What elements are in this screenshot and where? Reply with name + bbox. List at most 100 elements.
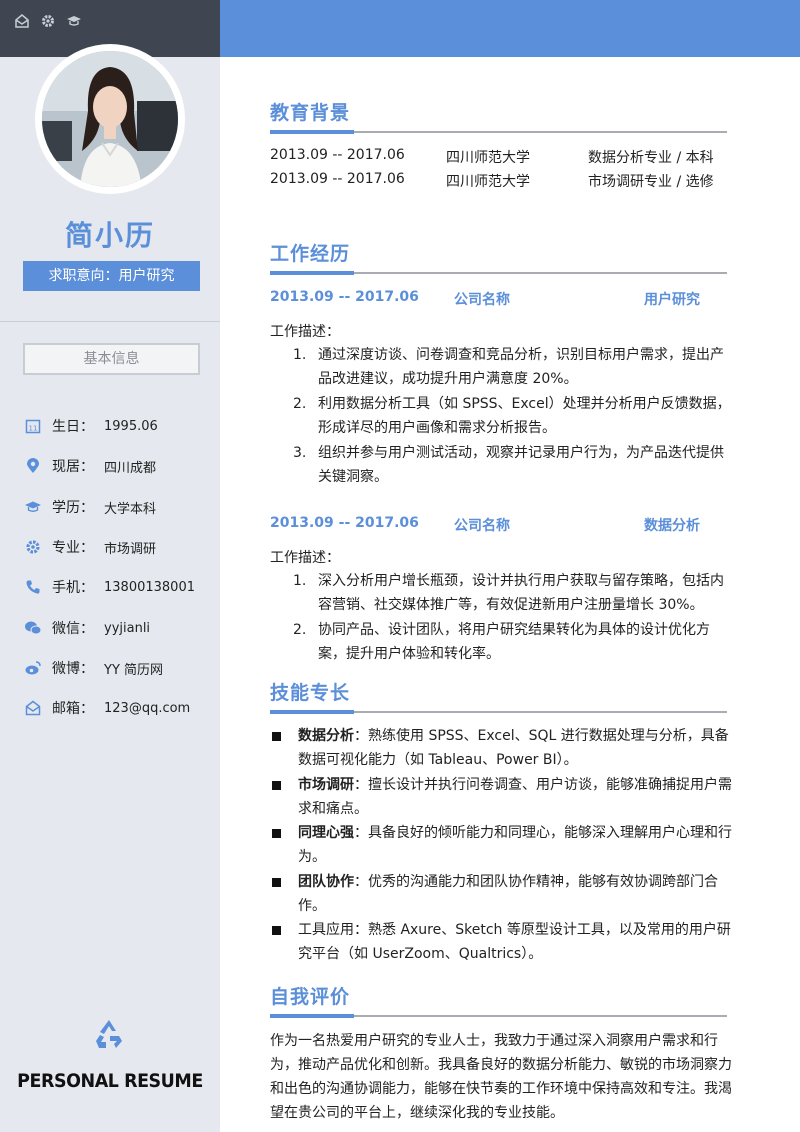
info-row-major: 专业： 市场调研: [24, 536, 156, 558]
skill-name: 数据分析: [298, 728, 354, 744]
work-title: 工作经历: [270, 243, 351, 265]
job-header: 2013.09 -- 2017.06 公司名称 用户研究: [270, 289, 727, 311]
education-row: 2013.09 -- 2017.06 四川师范大学 数据分析专业 / 本科: [270, 147, 727, 169]
location-icon: [24, 457, 42, 475]
job-intent-badge: 求职意向：用户研究: [23, 261, 200, 291]
edu-major: 市场调研专业 / 选修: [588, 174, 714, 190]
self-eval-title: 自我评价: [270, 986, 351, 1008]
list-text: 组织并参与用户测试活动，观察并记录用户行为，为产品迭代提供关键洞察。: [318, 445, 724, 485]
graduation-cap-icon: [66, 14, 82, 30]
bullet-square: [272, 732, 281, 741]
list-number: 2.: [293, 396, 307, 412]
job-role: 数据分析: [644, 518, 700, 534]
job-role: 用户研究: [644, 292, 700, 308]
skill-text: 工具应用：熟悉 Axure、Sketch 等原型设计工具，以及常用的用户研究平台…: [298, 922, 731, 962]
self-eval-text: 作为一名热爱用户研究的专业人士，我致力于通过深入洞察用户需求和行为，推动产品优化…: [270, 1033, 732, 1121]
education-divider: [270, 130, 727, 134]
calendar-icon: 11: [24, 417, 42, 435]
list-item: 1. 深入分析用户增长瓶颈，设计并执行用户获取与留存策略，包括内容营销、社交媒体…: [293, 569, 733, 617]
bullet-square: [272, 878, 281, 887]
list-text: 通过深度访谈、问卷调查和竞品分析，识别目标用户需求，提出产品改进建议，成功提升用…: [318, 347, 724, 387]
header-accent-bar: [220, 0, 800, 57]
info-value: 123@qq.com: [104, 700, 191, 716]
edu-school: 四川师范大学: [446, 150, 530, 166]
work-divider: [270, 271, 727, 275]
list-number: 3.: [293, 445, 307, 461]
skill-text: ：擅长设计并执行问卷调查、用户访谈，能够准确捕捉用户需求和痛点。: [298, 777, 732, 817]
skills-divider: [270, 710, 727, 714]
skill-item: 市场调研：擅长设计并执行问卷调查、用户访谈，能够准确捕捉用户需求和痛点。: [272, 773, 732, 821]
edu-period: 2013.09 -- 2017.06: [270, 147, 405, 163]
phone-icon: [24, 578, 42, 596]
job-period: 2013.09 -- 2017.06: [270, 289, 419, 305]
info-value: 大学本科: [104, 501, 157, 517]
personal-resume-title: PERSONAL RESUME: [17, 1070, 203, 1092]
graduation-cap-icon: [24, 498, 42, 516]
recycle-icon: [92, 1017, 126, 1051]
info-label: 微信：: [52, 621, 94, 637]
info-row-birthday: 11 生日： 1995.06: [24, 415, 158, 437]
skill-name: 市场调研: [298, 777, 354, 793]
info-row-phone: 手机： 13800138001: [24, 576, 195, 598]
info-value: yyjianli: [104, 620, 151, 636]
edu-school: 四川师范大学: [446, 174, 530, 190]
info-value: 市场调研: [104, 541, 157, 557]
bullet-square: [272, 829, 281, 838]
job-company: 公司名称: [454, 292, 510, 308]
skill-text: ：熟练使用 SPSS、Excel、SQL 进行数据处理与分析，具备数据可视化能力…: [298, 728, 729, 768]
education-row: 2013.09 -- 2017.06 四川师范大学 市场调研专业 / 选修: [270, 171, 727, 193]
info-label: 专业：: [52, 540, 94, 556]
job-desc-label: 工作描述：: [270, 324, 340, 340]
mail-icon: [24, 699, 42, 717]
info-label: 手机：: [52, 580, 94, 596]
info-value: 四川成都: [104, 460, 157, 476]
job-desc-label: 工作描述：: [270, 550, 340, 566]
edu-period: 2013.09 -- 2017.06: [270, 171, 405, 187]
weibo-icon: [24, 659, 42, 677]
gear-icon: [40, 14, 56, 30]
list-number: 1.: [293, 347, 307, 363]
bullet-square: [272, 926, 281, 935]
list-item: 2. 协同产品、设计团队，将用户研究结果转化为具体的设计优化方案，提升用户体验和…: [293, 618, 733, 666]
mail-icon: [14, 14, 30, 30]
info-row-education: 学历： 大学本科: [24, 496, 156, 518]
skill-name: 团队协作: [298, 874, 354, 890]
svg-text:11: 11: [29, 425, 38, 433]
info-value: YY 简历网: [104, 662, 164, 678]
info-label: 生日：: [52, 419, 94, 435]
candidate-name: 简小历: [64, 219, 155, 252]
list-text: 协同产品、设计团队，将用户研究结果转化为具体的设计优化方案，提升用户体验和转化率…: [318, 622, 710, 662]
list-text: 深入分析用户增长瓶颈，设计并执行用户获取与留存策略，包括内容营销、社交媒体推广等…: [318, 573, 724, 613]
job-company: 公司名称: [454, 518, 510, 534]
skill-name: 同理心强: [298, 825, 354, 841]
avatar: [42, 51, 178, 187]
list-number: 2.: [293, 622, 307, 638]
skill-item: 数据分析：熟练使用 SPSS、Excel、SQL 进行数据处理与分析，具备数据可…: [272, 724, 732, 772]
list-item: 3. 组织并参与用户测试活动，观察并记录用户行为，为产品迭代提供关键洞察。: [293, 441, 733, 489]
info-label: 微博：: [52, 661, 94, 677]
skill-item: 工具应用：熟悉 Axure、Sketch 等原型设计工具，以及常用的用户研究平台…: [272, 918, 732, 966]
education-title: 教育背景: [270, 102, 351, 124]
skills-title: 技能专长: [270, 682, 351, 704]
job-header: 2013.09 -- 2017.06 公司名称 数据分析: [270, 515, 727, 537]
info-label: 邮箱：: [52, 701, 94, 717]
info-label: 学历：: [52, 500, 94, 516]
skill-text: ：优秀的沟通能力和团队协作精神，能够有效协调跨部门合作。: [298, 874, 718, 914]
gear-icon: [24, 538, 42, 556]
top-icons: [14, 14, 82, 30]
info-value: 1995.06: [104, 418, 158, 434]
info-label: 现居：: [52, 459, 94, 475]
job-period: 2013.09 -- 2017.06: [270, 515, 419, 531]
skill-item: 团队协作：优秀的沟通能力和团队协作精神，能够有效协调跨部门合作。: [272, 870, 732, 918]
list-text: 利用数据分析工具（如 SPSS、Excel）处理并分析用户反馈数据，形成详尽的用…: [318, 396, 731, 436]
list-item: 1. 通过深度访谈、问卷调查和竞品分析，识别目标用户需求，提出产品改进建议，成功…: [293, 343, 733, 391]
list-item: 2. 利用数据分析工具（如 SPSS、Excel）处理并分析用户反馈数据，形成详…: [293, 392, 733, 440]
skill-text: ：具备良好的倾听能力和同理心，能够深入理解用户心理和行为。: [298, 825, 732, 865]
sidebar-divider: [0, 321, 220, 322]
info-row-email: 邮箱： 123@qq.com: [24, 697, 190, 719]
info-row-wechat: 微信： yyjianli: [24, 617, 150, 639]
info-value: 13800138001: [104, 579, 195, 595]
list-number: 1.: [293, 573, 307, 589]
skill-item: 同理心强：具备良好的倾听能力和同理心，能够深入理解用户心理和行为。: [272, 821, 732, 869]
self-eval-divider: [270, 1014, 727, 1018]
